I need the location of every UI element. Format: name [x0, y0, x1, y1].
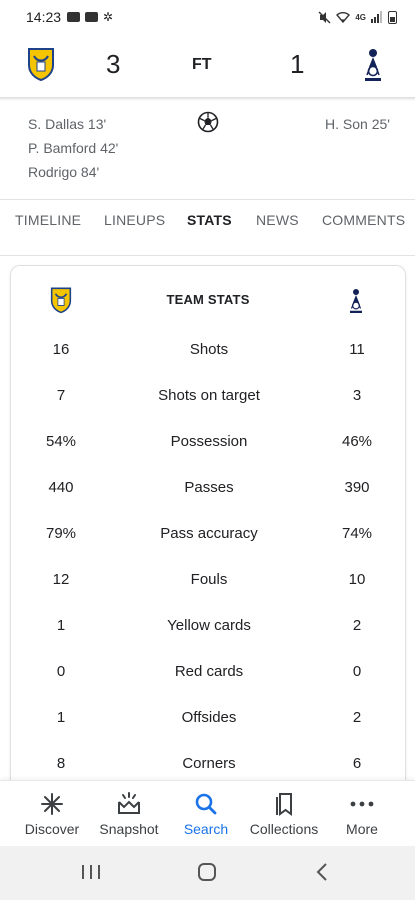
nav-search[interactable]: Search	[166, 791, 246, 837]
tab-lineups[interactable]: LINEUPS	[104, 212, 165, 228]
recent-apps-icon[interactable]	[80, 860, 102, 884]
stat-label: Possession	[170, 433, 248, 450]
away-stat-value: 74%	[341, 525, 373, 542]
tab-stats[interactable]: STATS	[187, 212, 232, 228]
stat-label: Offsides	[181, 709, 237, 726]
stat-row: 0 Red cards 0	[11, 663, 405, 687]
snapshot-icon	[118, 792, 140, 814]
stat-label: Pass accuracy	[160, 525, 258, 542]
leeds-crest-icon[interactable]	[26, 46, 56, 82]
home-stat-value: 8	[56, 755, 66, 772]
score-header: 3 FT 1	[0, 34, 415, 98]
home-stat-value: 0	[56, 663, 66, 680]
away-stat-value: 6	[352, 755, 362, 772]
stat-row: 8 Corners 6	[11, 755, 405, 779]
tab-timeline[interactable]: TIMELINE	[15, 212, 81, 228]
photo-icon	[85, 12, 99, 22]
signal-icon	[371, 11, 382, 23]
stat-label: Corners	[182, 755, 236, 772]
status-time: 14:23	[26, 9, 62, 25]
away-stat-value: 46%	[341, 433, 373, 450]
stat-row: 16 Shots 11	[11, 341, 405, 365]
away-score: 1	[290, 49, 305, 79]
stat-label: Red cards	[174, 663, 244, 680]
home-stat-value: 16	[52, 341, 70, 358]
divider	[0, 255, 415, 256]
stat-row: 12 Fouls 10	[11, 571, 405, 595]
bookmark-icon	[276, 793, 292, 816]
away-stat-value: 0	[352, 663, 362, 680]
tottenham-crest-icon	[350, 289, 362, 313]
more-dots-icon	[350, 801, 374, 807]
stat-label: Fouls	[190, 571, 228, 588]
header-shadow	[0, 97, 415, 101]
home-stat-value: 440	[48, 479, 74, 496]
tab-comments[interactable]: COMMENTS	[322, 212, 405, 228]
home-stat-value: 7	[56, 387, 66, 404]
match-tabs: TIMELINE LINEUPS STATS NEWS COMMENTS	[0, 212, 415, 242]
system-navigation-bar	[0, 846, 415, 900]
nav-discover[interactable]: Discover	[12, 791, 92, 837]
nav-label: Collections	[249, 821, 319, 837]
away-stat-value: 390	[344, 479, 370, 496]
stat-row: 1 Yellow cards 2	[11, 617, 405, 641]
bottom-navigation: Discover Snapshot Search Collections Mor…	[0, 780, 415, 846]
nav-label: Snapshot	[99, 821, 159, 837]
nav-label: Search	[183, 821, 229, 837]
settings-icon: ✲	[103, 10, 114, 24]
nav-more[interactable]: More	[322, 791, 402, 837]
network-4g-icon: 4G	[355, 12, 366, 22]
stat-label: Yellow cards	[167, 617, 251, 634]
battery-icon	[388, 10, 397, 24]
asterisk-icon	[41, 793, 63, 815]
wifi-icon	[336, 12, 351, 23]
mute-icon	[318, 11, 331, 23]
home-stat-value: 54%	[45, 433, 77, 450]
home-icon[interactable]	[196, 860, 218, 884]
stat-label: Passes	[184, 479, 234, 496]
nav-collections[interactable]: Collections	[244, 791, 324, 837]
tottenham-crest-icon[interactable]	[361, 46, 385, 84]
home-stat-value: 12	[52, 571, 70, 588]
home-stat-value: 1	[56, 709, 66, 726]
nav-label: More	[346, 821, 378, 837]
stat-row: 1 Offsides 2	[11, 709, 405, 733]
team-stats-title: TEAM STATS	[166, 292, 250, 307]
team-stats-card: TEAM STATS 16 Shots 11 7 Shots on target…	[10, 265, 406, 805]
away-stat-value: 2	[352, 617, 362, 634]
away-stat-value: 11	[349, 341, 365, 358]
away-stat-value: 2	[352, 709, 362, 726]
stat-row: 79% Pass accuracy 74%	[11, 525, 405, 549]
away-stat-value: 3	[352, 387, 362, 404]
stat-row: 7 Shots on target 3	[11, 387, 405, 411]
home-scorer: Rodrigo 84'	[28, 164, 100, 180]
stat-label: Shots on target	[158, 387, 260, 404]
home-stat-value: 1	[56, 617, 66, 634]
youtube-icon	[67, 12, 81, 22]
match-status: FT	[192, 56, 212, 73]
home-scorer: P. Bamford 42'	[28, 140, 119, 156]
away-stat-value: 10	[348, 571, 366, 588]
soccer-ball-icon	[197, 111, 219, 133]
stat-row: 440 Passes 390	[11, 479, 405, 503]
nav-label: Discover	[24, 821, 80, 837]
home-score: 3	[106, 49, 121, 79]
stat-label: Shots	[189, 341, 229, 358]
search-icon	[195, 793, 217, 815]
nav-snapshot[interactable]: Snapshot	[89, 791, 169, 837]
system-icons: 4G	[318, 10, 397, 24]
back-icon[interactable]	[312, 860, 334, 884]
scorers-section: S. Dallas 13' P. Bamford 42' Rodrigo 84'…	[0, 108, 415, 198]
home-scorer: S. Dallas 13'	[28, 116, 107, 132]
status-bar: 14:23 ✲ 4G	[0, 0, 415, 34]
notification-icons: ✲	[67, 10, 113, 24]
tab-news[interactable]: NEWS	[256, 212, 299, 228]
stat-row: 54% Possession 46%	[11, 433, 405, 457]
home-stat-value: 79%	[45, 525, 77, 542]
team-stats-header: TEAM STATS	[11, 286, 405, 316]
divider	[0, 199, 415, 200]
away-scorer: H. Son 25'	[325, 116, 390, 132]
